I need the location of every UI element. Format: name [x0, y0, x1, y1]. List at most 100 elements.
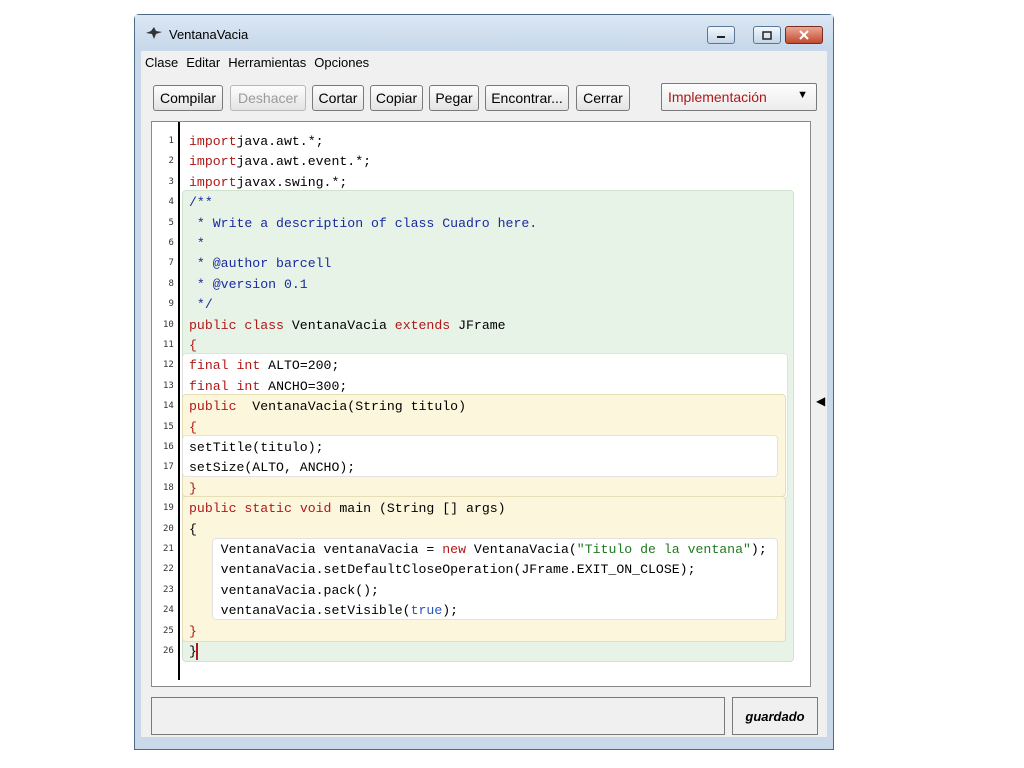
code-line: importjava.awt.*;	[189, 132, 324, 152]
code-token: */	[189, 297, 213, 313]
code-line: {	[189, 418, 197, 438]
code-token: ventanaVacia.setVisible(	[189, 603, 411, 619]
paste-button[interactable]: Pegar	[429, 85, 479, 111]
close-editor-button[interactable]: Cerrar	[576, 85, 630, 111]
view-select[interactable]: Implementación ▼	[661, 83, 817, 111]
undo-button[interactable]: Deshacer	[230, 85, 306, 111]
line-number: 24	[163, 605, 174, 616]
status-message	[151, 697, 725, 735]
code-token: import	[189, 134, 237, 149]
code-token: public	[189, 399, 237, 415]
cut-button[interactable]: Cortar	[312, 85, 364, 111]
code-line: importjava.awt.event.*;	[189, 152, 371, 172]
code-line: final int ALTO=200;	[189, 356, 339, 376]
code-token: final	[189, 378, 229, 394]
code-token: VentanaVacia(	[466, 542, 577, 557]
menu-editar[interactable]: Editar	[182, 55, 224, 70]
code-line: ventanaVacia.pack();	[189, 581, 379, 601]
text-caret	[196, 643, 198, 660]
code-line: */	[189, 295, 213, 315]
maximize-button[interactable]	[753, 26, 781, 44]
code-line: /**	[189, 193, 213, 213]
collapse-arrow-icon[interactable]: ◀	[816, 394, 825, 408]
line-number: 17	[163, 462, 174, 473]
line-number: 18	[163, 482, 174, 493]
minimize-button[interactable]	[707, 26, 735, 44]
saved-status-badge: guardado	[732, 697, 818, 735]
copy-button[interactable]: Copiar	[370, 85, 423, 111]
line-number: 23	[163, 584, 174, 595]
code-token: java.awt.event.*;	[236, 154, 372, 170]
code-line: * @author barcell	[189, 254, 332, 274]
code-token: int	[236, 378, 261, 394]
line-number: 26	[163, 646, 174, 656]
window-title: VentanaVacia	[169, 27, 249, 42]
content-area: Compilar Deshacer Cortar Copiar Pegar En…	[141, 73, 827, 737]
code-token: VentanaVacia	[283, 317, 395, 333]
title-bar[interactable]: VentanaVacia	[135, 15, 833, 49]
view-select-value: Implementación	[668, 89, 767, 105]
code-token: ALTO=200;	[260, 358, 340, 374]
line-number: 15	[163, 421, 174, 432]
code-token: javax.swing.*;	[236, 174, 348, 190]
minimize-icon	[717, 36, 725, 38]
code-line: final int ANCHO=300;	[189, 377, 347, 397]
line-number: 19	[163, 503, 174, 514]
code-token: int	[236, 358, 261, 374]
code-token: ANCHO=300;	[260, 378, 348, 394]
line-number: 9	[168, 299, 174, 310]
menu-clase[interactable]: Clase	[141, 55, 182, 70]
code-token: * Write a description of class Cuadro he…	[189, 215, 538, 231]
line-number: 1	[168, 136, 174, 146]
code-token: VentanaVacia(String titulo)	[236, 399, 466, 415]
code-line: *	[189, 234, 205, 254]
code-editor[interactable]: 1 2 3 4 5 6 7 8 9 10 11 12 13 14 15 16 17 18 19 20 21 22 23 24 2…	[151, 121, 811, 687]
code-token: }	[189, 623, 197, 639]
code-token: static	[244, 501, 292, 517]
line-number: 4	[168, 197, 174, 208]
gutter-divider	[178, 122, 180, 680]
code-token: {	[189, 521, 197, 537]
code-token: true	[410, 603, 443, 619]
code-token: ventanaVacia.setDefaultCloseOperation(JF…	[189, 562, 696, 578]
code-line: VentanaVacia ventanaVacia = new VentanaV…	[189, 540, 767, 560]
line-number: 5	[168, 217, 174, 228]
code-token: extends	[394, 317, 451, 333]
code-token: java.awt.*;	[236, 134, 324, 149]
code-token: import	[189, 174, 237, 190]
code-line: public class VentanaVacia extends JFrame	[189, 316, 506, 336]
code-line: }	[189, 622, 197, 642]
code-token: );	[750, 542, 767, 557]
code-token: /**	[189, 195, 213, 211]
code-token: void	[299, 501, 332, 517]
line-number: 14	[163, 401, 174, 412]
code-token: final	[189, 358, 229, 374]
find-button[interactable]: Encontrar...	[485, 85, 569, 111]
code-token: }	[189, 480, 197, 496]
code-line: ventanaVacia.setDefaultCloseOperation(JF…	[189, 560, 696, 580]
code-line: {	[189, 520, 197, 540]
line-number: 13	[163, 380, 174, 391]
line-number: 3	[168, 176, 174, 187]
line-number: 21	[163, 544, 174, 554]
code-token: setTitle(titulo);	[189, 440, 324, 455]
compile-button[interactable]: Compilar	[153, 85, 223, 111]
menu-herramientas[interactable]: Herramientas	[224, 55, 310, 70]
line-number: 16	[163, 442, 174, 452]
line-number: 22	[163, 564, 174, 575]
menu-bar: Clase Editar Herramientas Opciones	[141, 51, 827, 73]
line-number: 7	[168, 258, 174, 269]
close-button[interactable]	[785, 26, 823, 44]
line-number: 11	[163, 340, 174, 350]
code-line: {	[189, 336, 197, 356]
close-icon	[799, 30, 809, 40]
code-line: setTitle(titulo);	[189, 438, 324, 458]
code-token: "Titulo de la ventana"	[576, 542, 751, 557]
code-line: setSize(ALTO, ANCHO);	[189, 458, 355, 478]
menu-opciones[interactable]: Opciones	[310, 55, 373, 70]
code-token: {	[189, 419, 197, 435]
code-token: );	[442, 603, 459, 619]
code-line: * Write a description of class Cuadro he…	[189, 214, 537, 234]
